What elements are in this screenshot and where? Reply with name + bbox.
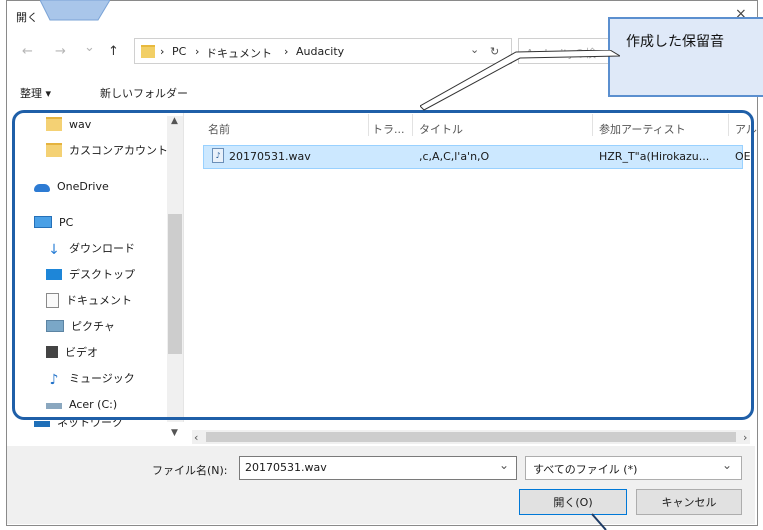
scroll-right-arrow[interactable]: ›: [743, 431, 747, 444]
new-folder-button[interactable]: 新しいフォルダー: [100, 85, 188, 101]
scroll-left-arrow[interactable]: ‹: [194, 431, 198, 444]
dialog-title: 開く: [16, 11, 38, 24]
filename-dropdown-icon[interactable]: ⌄: [499, 458, 509, 472]
annotation-callout: [608, 17, 763, 97]
forward-button[interactable]: →: [55, 44, 66, 59]
cancel-button[interactable]: キャンセル: [636, 489, 742, 515]
annotation-callout-text: 作成した保留音: [626, 34, 724, 50]
back-button[interactable]: ←: [22, 44, 33, 59]
folder-icon: [141, 45, 155, 58]
scroll-down-arrow[interactable]: ▼: [171, 428, 178, 438]
filename-label: ファイル名(N):: [152, 464, 228, 477]
network-icon: [34, 421, 50, 427]
breadcrumb-separator: ›: [284, 45, 289, 58]
organize-menu[interactable]: 整理 ▾: [20, 85, 51, 101]
recent-locations-dropdown[interactable]: ⌄: [84, 40, 95, 55]
breadcrumb-separator: ›: [195, 45, 200, 58]
file-list-highlight: [12, 110, 754, 420]
up-button[interactable]: ↑: [108, 44, 119, 59]
filename-value: 20170531.wav: [245, 461, 327, 474]
annotation-pointer-bottom: [591, 513, 607, 530]
breadcrumb-separator: ›: [160, 45, 165, 58]
file-type-value: すべてのファイル (*): [533, 463, 638, 476]
breadcrumb-pc[interactable]: PC: [172, 45, 186, 58]
annotation-pointer: [420, 50, 620, 111]
breadcrumb-documents[interactable]: ドキュメント: [206, 45, 272, 61]
annotation-arrow-top: [40, 0, 110, 21]
horizontal-scroll-thumb[interactable]: [206, 432, 736, 442]
breadcrumb-audacity[interactable]: Audacity: [296, 45, 344, 58]
file-type-dropdown-icon[interactable]: ⌄: [722, 458, 732, 472]
